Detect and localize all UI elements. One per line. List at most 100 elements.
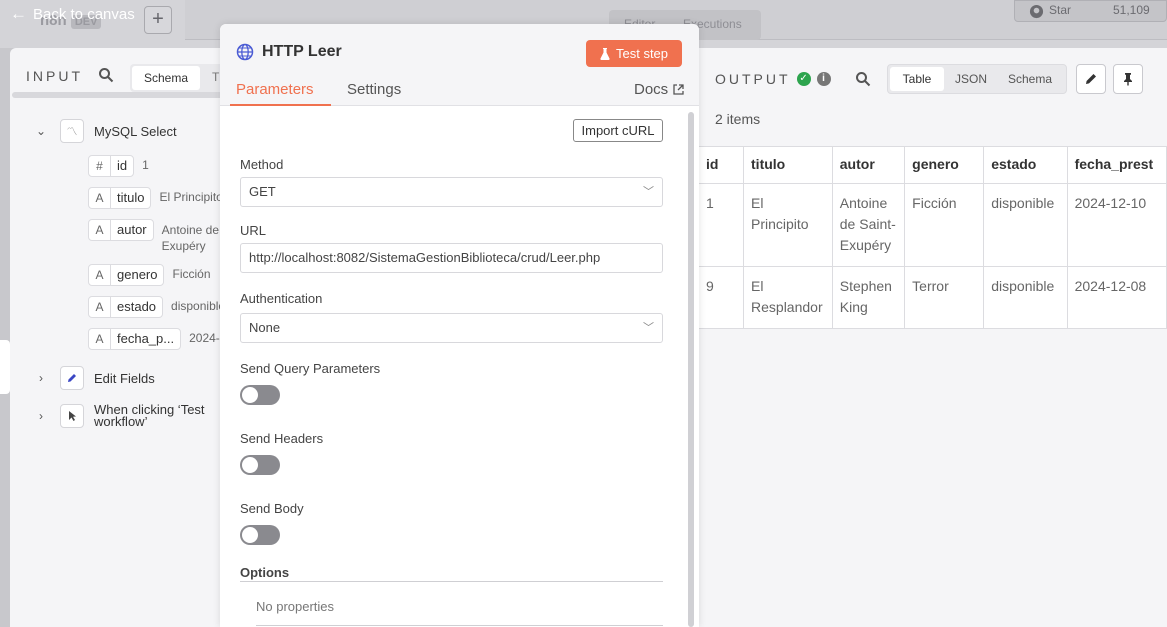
field-name: autor [117, 222, 147, 237]
docs-link[interactable]: Docs [634, 81, 684, 98]
input-heading: INPUT [26, 68, 83, 84]
no-properties-text: No properties [256, 599, 335, 614]
flask-icon [600, 47, 610, 60]
chevron-right-icon[interactable]: › [34, 371, 48, 385]
string-type-icon: A [89, 329, 111, 349]
table-cell: Terror [904, 266, 985, 329]
method-label: Method [240, 157, 284, 172]
globe-icon [236, 43, 254, 61]
add-button[interactable]: + [144, 6, 172, 34]
pin-data-button[interactable] [1113, 64, 1143, 94]
column-header[interactable]: estado [983, 146, 1068, 184]
test-step-button[interactable]: Test step [586, 40, 682, 67]
column-header[interactable]: genero [904, 146, 985, 184]
field-value: El Principito [159, 190, 223, 204]
output-table: id titulo autor genero estado fecha_pres… [697, 146, 1167, 329]
field-value: 2024- [189, 331, 220, 345]
toggle-schema[interactable]: Schema [132, 66, 200, 90]
tree-node-manual-trigger[interactable]: › When clicking ‘Test workflow’ [34, 403, 214, 428]
chevron-right-icon[interactable]: › [34, 404, 48, 423]
field-value: 1 [142, 158, 149, 172]
edit-output-button[interactable] [1076, 64, 1106, 94]
options-divider [240, 581, 663, 582]
string-type-icon: A [89, 188, 111, 208]
url-input[interactable]: http://localhost:8082/SistemaGestionBibl… [240, 243, 663, 273]
output-panel: OUTPUT ✓ i Table JSON Schema 2 items id … [697, 48, 1167, 627]
node-title-label: HTTP Leer [262, 43, 342, 60]
field-name: id [117, 158, 128, 173]
table-row: 9 El Resplandor Stephen King Terror disp… [697, 266, 1167, 329]
column-header[interactable]: autor [831, 146, 906, 184]
table-cell: 1 [697, 183, 745, 267]
toggle-table[interactable]: T [212, 70, 219, 84]
table-cell: disponible [983, 183, 1068, 267]
field-value: Antoine de [161, 223, 220, 237]
output-heading-label: OUTPUT [715, 71, 791, 87]
schema-field-estado[interactable]: Aestado disponible [88, 296, 240, 318]
horizontal-scrollbar[interactable] [12, 92, 240, 98]
toggle-table[interactable]: Table [890, 67, 944, 91]
string-type-icon: A [89, 265, 111, 285]
tab-parameters[interactable]: Parameters [236, 81, 314, 98]
search-icon[interactable] [98, 67, 114, 83]
github-star-button[interactable]: Star 51,109 [1014, 0, 1167, 22]
authentication-value: None [249, 320, 281, 335]
add-option-divider [256, 625, 663, 626]
table-cell: El Resplandor [743, 266, 833, 329]
field-name: fecha_p... [117, 331, 175, 346]
send-headers-toggle[interactable] [240, 455, 280, 475]
send-body-toggle[interactable] [240, 525, 280, 545]
table-cell: 9 [697, 266, 745, 329]
import-curl-button[interactable]: Import cURL [573, 119, 663, 142]
search-icon[interactable] [855, 71, 871, 87]
tab-settings[interactable]: Settings [347, 81, 401, 98]
column-header[interactable]: fecha_prest [1066, 146, 1167, 184]
field-name: estado [117, 299, 157, 314]
panel-resize-handle[interactable] [0, 340, 10, 394]
node-parameters-dialog: HTTP Leer Test step Parameters Settings … [220, 24, 699, 627]
url-value: http://localhost:8082/SistemaGestionBibl… [249, 250, 601, 265]
tree-node-edit-fields[interactable]: › Edit Fields [34, 366, 155, 390]
active-tab-underline [230, 104, 331, 106]
schema-field-id[interactable]: # id 1 [88, 155, 149, 177]
schema-field-titulo[interactable]: Atitulo El Principito [88, 187, 240, 209]
cursor-icon [60, 404, 84, 428]
send-query-label: Send Query Parameters [240, 361, 381, 376]
method-value: GET [249, 184, 276, 199]
pencil-icon [1086, 74, 1096, 84]
method-select[interactable]: GET ﹀ [240, 177, 663, 207]
schema-field-fecha[interactable]: Afecha_p... 2024- [88, 328, 240, 350]
pencil-icon [60, 366, 84, 390]
toggle-json[interactable]: JSON [955, 72, 987, 86]
column-header[interactable]: titulo [743, 146, 833, 184]
github-icon [1029, 4, 1044, 19]
output-view-toggle[interactable]: Table JSON Schema [887, 64, 1067, 94]
authentication-select[interactable]: None ﹀ [240, 313, 663, 343]
string-type-icon: A [89, 220, 111, 240]
toggle-schema[interactable]: Schema [1008, 72, 1052, 86]
chevron-down-icon: ﹀ [643, 322, 654, 334]
field-value: disponible [171, 299, 226, 313]
table-cell: 2024-12-08 [1066, 266, 1167, 329]
check-circle-icon: ✓ [796, 72, 811, 86]
node-title[interactable]: HTTP Leer [236, 43, 342, 61]
chevron-down-icon[interactable]: ⌄ [34, 124, 48, 138]
mysql-icon: 〽 [60, 119, 84, 143]
schema-field-autor[interactable]: Aautor Antoine de Exupéry [88, 219, 240, 254]
docs-label: Docs [634, 81, 669, 98]
info-icon[interactable]: i [816, 72, 831, 86]
tree-node-mysql-select[interactable]: ⌄ 〽 MySQL Select [34, 119, 177, 143]
table-row: 1 El Principito Antoine de Saint-Exupéry… [697, 183, 1167, 267]
table-cell: disponible [983, 266, 1068, 329]
schema-field-genero[interactable]: Agenero Ficción [88, 264, 240, 286]
vertical-scrollbar[interactable] [688, 112, 694, 627]
chevron-down-icon: ﹀ [643, 186, 654, 198]
send-query-toggle[interactable] [240, 385, 280, 405]
back-to-canvas-link[interactable]: ← Back to canvas [10, 4, 135, 24]
node-label: MySQL Select [94, 123, 177, 139]
send-headers-label: Send Headers [240, 431, 324, 446]
field-value: Ficción [172, 267, 211, 281]
column-header[interactable]: id [697, 146, 745, 184]
arrow-left-icon: ← [10, 4, 27, 23]
field-name: titulo [117, 190, 145, 205]
